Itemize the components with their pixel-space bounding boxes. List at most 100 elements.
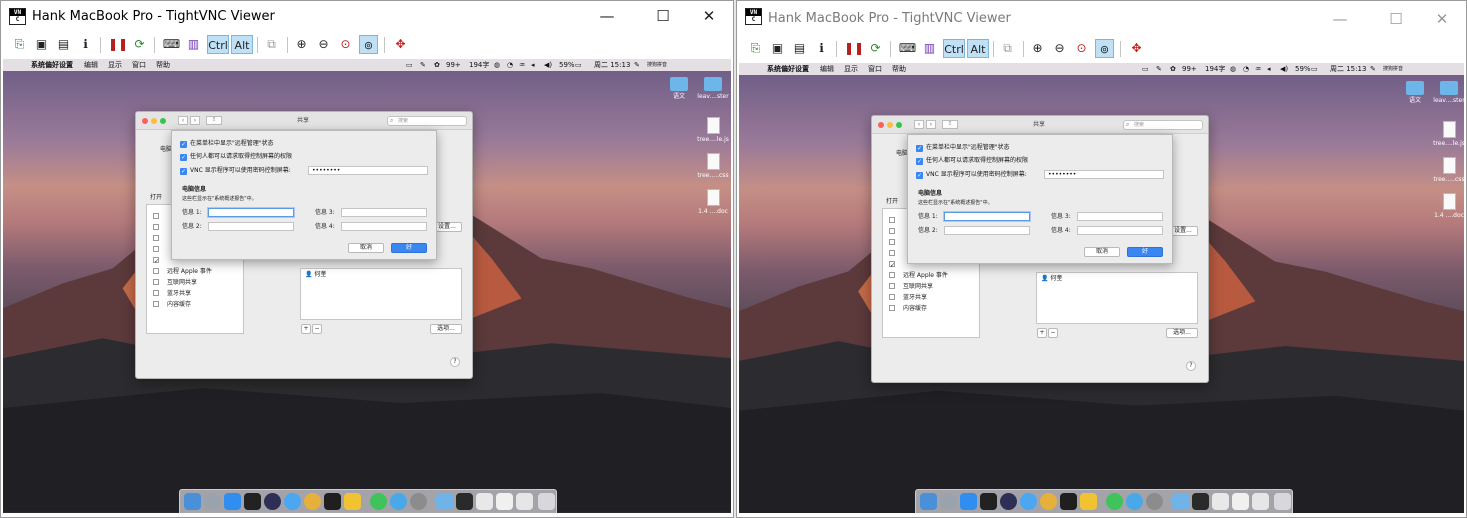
ctrl-alt-del-icon[interactable]: ⌨ [162,35,181,54]
finder-icon[interactable] [920,493,937,510]
status-icon[interactable]: ✎ [1370,63,1376,75]
remove-user-button[interactable]: − [312,324,322,334]
close-button[interactable]: ✕ [699,6,719,26]
minimize-dot[interactable] [887,122,893,128]
minimize-dot[interactable] [151,118,157,124]
service-checkbox[interactable] [889,239,903,247]
save-icon[interactable]: ▣ [32,35,51,54]
menu-view[interactable]: 显示 [108,59,122,71]
status-icon[interactable]: ◔ [1243,63,1249,75]
remote-management-sheet[interactable]: ✓ 在菜单栏中显示"远程管理"状态 ✓ 任何人都可以请求取得控制屏幕的权限 ✓ VNC… [907,134,1173,264]
desktop-item[interactable]: 语文 [661,77,697,101]
info-icon[interactable]: ℹ [76,35,95,54]
desktop-item[interactable]: 语文 [1397,81,1433,105]
service-checkbox[interactable] [889,250,903,258]
status-icon[interactable]: ♒ [519,59,525,71]
pause-icon[interactable]: ❚❚ [108,35,128,54]
eclipse-icon[interactable] [264,493,281,510]
status-icon[interactable]: ✎ [1156,63,1162,75]
sharing-titlebar[interactable]: ‹ › ⠿ 共享 搜索 [872,116,1208,134]
notes-icon[interactable] [1126,493,1143,510]
minimize-button[interactable]: — [1330,9,1350,29]
finder-icon[interactable] [184,493,201,510]
zoom-100-icon[interactable]: ⊙ [1072,39,1091,58]
window-icon[interactable] [1252,493,1269,510]
list-item[interactable]: 蓝牙共享 [889,294,927,302]
show-all-button[interactable]: ⠿ [206,116,222,125]
fullscreen-icon[interactable]: ✥ [1127,39,1146,58]
status-icon[interactable]: ◍ [494,59,500,71]
new-connection-icon[interactable]: ⎘ [746,39,765,58]
info1-field[interactable] [944,212,1030,221]
menu-help[interactable]: 帮助 [892,63,906,75]
wechat-icon[interactable] [1106,493,1123,510]
forward-button[interactable]: › [190,116,200,125]
close-dot[interactable] [878,122,884,128]
show-all-button[interactable]: ⠿ [942,120,958,129]
vnc-password-checkbox[interactable]: ✓ VNC 显示程序可以使用密码控制屏幕: [916,171,1027,179]
remote-screen[interactable]: 系统偏好设置 编辑 显示 窗口 帮助 ▭ ✎ ✿ 99+ 194字 ◍ ◔ ♒ … [3,59,731,513]
refresh-icon[interactable]: ⟳ [866,39,885,58]
user-row[interactable]: 👤 何奎 [1041,275,1062,283]
cancel-button[interactable]: 取消 [348,243,384,253]
status-icon[interactable]: ✿ [1170,63,1176,75]
intellij-icon[interactable] [324,493,341,510]
terminal-icon[interactable] [980,493,997,510]
status-icon[interactable]: ✿ [434,59,440,71]
document-icon[interactable] [1232,493,1249,510]
list-item[interactable]: 内容缓存 [889,305,927,313]
status-icon[interactable]: ▭ [406,59,413,71]
app-store-icon[interactable] [224,493,241,510]
folder-icon[interactable] [1172,493,1189,510]
info4-field[interactable] [1077,226,1163,235]
screenshot-icon[interactable] [476,493,493,510]
pause-icon[interactable]: ❚❚ [844,39,864,58]
options-icon[interactable]: ▤ [54,35,73,54]
service-checkbox[interactable] [153,213,167,221]
menu-edit[interactable]: 编辑 [84,59,98,71]
battery-icon[interactable]: ▭ [575,59,582,71]
zoom-in-icon[interactable]: ⊕ [1028,39,1047,58]
launchpad-icon[interactable] [204,493,221,510]
transfer-files-icon[interactable]: ⧉ [262,35,281,54]
battery-icon[interactable]: ▭ [1311,63,1318,75]
menu-window[interactable]: 窗口 [868,63,882,75]
trash-icon[interactable] [1274,493,1291,510]
list-item[interactable]: 内容缓存 [153,301,191,309]
info4-field[interactable] [341,222,427,231]
vnc-password-checkbox[interactable]: ✓ VNC 显示程序可以使用密码控制屏幕: [180,167,291,175]
list-item[interactable]: 远程 Apple 事件 [153,268,212,276]
desktop-item[interactable]: 1.4 ....doc [1431,193,1464,220]
zoom-in-icon[interactable]: ⊕ [292,35,311,54]
users-list[interactable]: 👤 何奎 [300,268,462,320]
status-icon[interactable]: ◂ [531,59,535,71]
window-icon[interactable] [516,493,533,510]
info1-field[interactable] [208,208,294,217]
trash-icon[interactable] [538,493,555,510]
menu-window[interactable]: 窗口 [132,59,146,71]
terminal-icon[interactable] [244,493,261,510]
cancel-button[interactable]: 取消 [1084,247,1120,257]
alt-toggle[interactable]: Alt [967,39,989,58]
anyone-request-checkbox[interactable]: ✓ 任何人都可以请求取得控制屏幕的权限 [180,153,292,161]
screenshot-icon[interactable] [1212,493,1229,510]
status-icon[interactable]: ◔ [507,59,513,71]
console-icon[interactable] [456,493,473,510]
desktop-item[interactable]: leav....ster [695,77,731,101]
add-user-button[interactable]: + [301,324,311,334]
menu-app[interactable]: 系统偏好设置 [31,59,73,71]
remove-user-button[interactable]: − [1048,328,1058,338]
eclipse-icon[interactable] [1000,493,1017,510]
service-checkbox[interactable] [889,228,903,236]
help-button[interactable]: ? [450,357,460,367]
ctrl-toggle[interactable]: Ctrl [207,35,229,54]
status-icon[interactable]: ◍ [1230,63,1236,75]
vnc-viewer-window-2[interactable]: VN C Hank MacBook Pro - TightVNC Viewer —… [736,0,1467,518]
service-checkbox[interactable] [889,217,903,225]
desktop-item[interactable]: tree....le.js [695,117,731,144]
minimize-button[interactable]: — [597,6,617,26]
back-button[interactable]: ‹ [178,116,188,125]
list-item[interactable]: 互联网共享 [153,279,197,287]
desktop-item[interactable]: tree....le.js [1431,121,1464,148]
vnc-viewer-window-1[interactable]: VN C Hank MacBook Pro - TightVNC Viewer —… [0,0,734,518]
